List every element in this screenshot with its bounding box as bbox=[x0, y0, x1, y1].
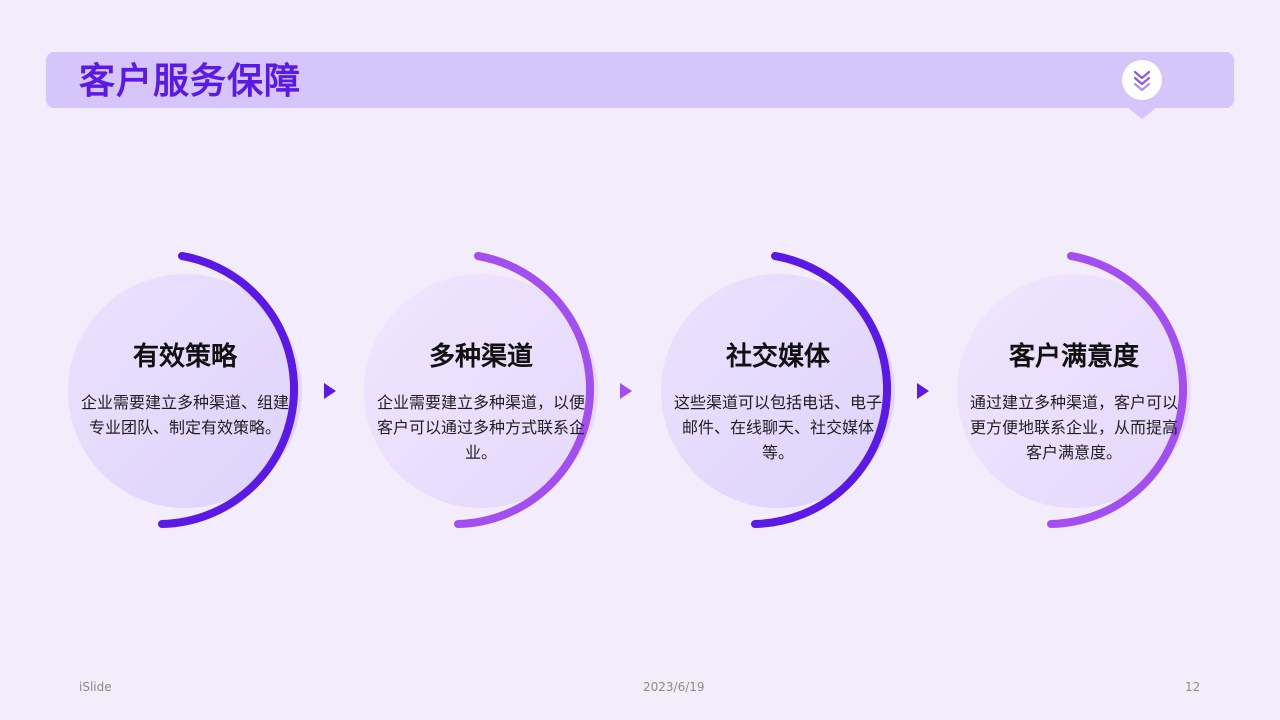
page-title: 客户服务保障 bbox=[79, 61, 302, 102]
card-customer-satisfaction: 客户满意度 通过建立多种渠道，客户可以更方便地联系企业，从而提高客户满意度。 bbox=[941, 250, 1231, 540]
card-description: 这些渠道可以包括电话、电子邮件、在线聊天、社交媒体等。 bbox=[673, 393, 882, 462]
card-title: 多种渠道 bbox=[428, 342, 533, 372]
card-description: 企业需要建立多种渠道、组建专业团队、制定有效策略。 bbox=[80, 393, 289, 437]
header-pointer bbox=[1127, 107, 1157, 119]
footer-date: 2023/6/19 bbox=[643, 680, 705, 694]
header-bar: 客户服务保障 bbox=[46, 52, 1234, 119]
page-number: 12 bbox=[1185, 680, 1201, 694]
card-title: 客户满意度 bbox=[1008, 342, 1139, 372]
card-title: 社交媒体 bbox=[725, 342, 830, 372]
card-multiple-channels: 多种渠道 企业需要建立多种渠道，以便客户可以通过多种方式联系企业。 bbox=[348, 250, 638, 540]
card-social-media: 社交媒体 这些渠道可以包括电话、电子邮件、在线聊天、社交媒体等。 bbox=[645, 250, 935, 540]
card-description: 企业需要建立多种渠道，以便客户可以通过多种方式联系企业。 bbox=[376, 393, 585, 462]
card-effective-strategy: 有效策略 企业需要建立多种渠道、组建专业团队、制定有效策略。 bbox=[52, 250, 342, 540]
card-title: 有效策略 bbox=[132, 342, 237, 372]
card-description: 通过建立多种渠道，客户可以更方便地联系企业，从而提高客户满意度。 bbox=[969, 393, 1178, 462]
footer-brand: iSlide bbox=[79, 680, 112, 694]
header-badge bbox=[1122, 60, 1162, 100]
